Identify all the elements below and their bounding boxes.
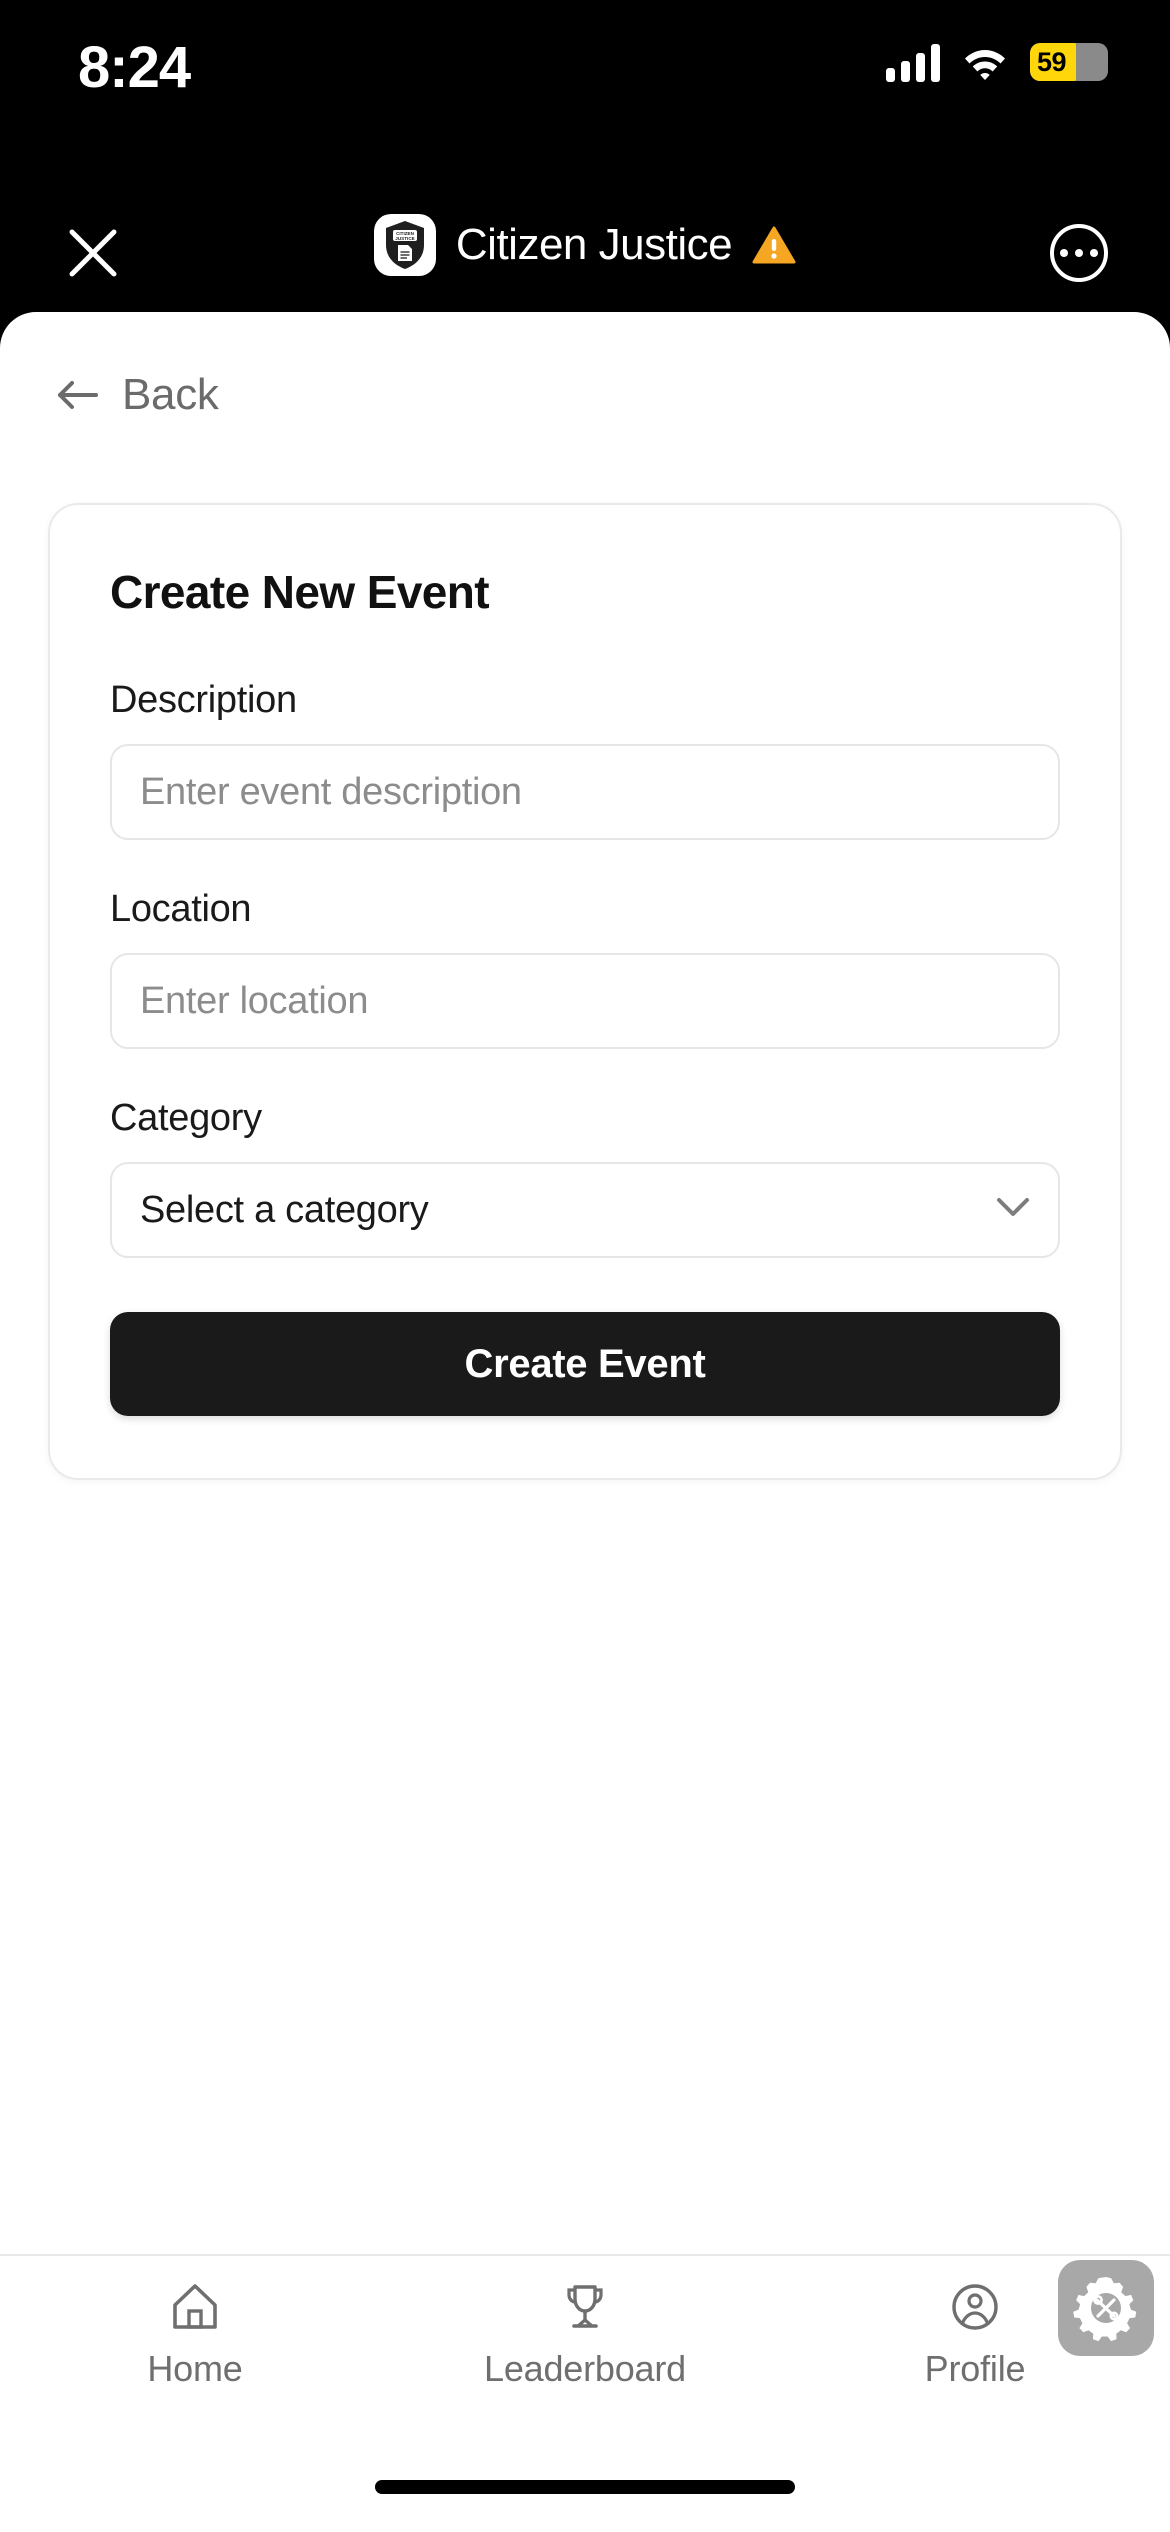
citizen-justice-badge-icon: CITIZEN JUSTICE [373,214,436,276]
field-category: Category Select a category [110,1097,1060,1258]
create-event-card: Create New Event Description Location Ca… [48,503,1122,1480]
bottom-tab-bar: Home Leaderboard Profile [0,2254,1170,2420]
app-bar-title: Citizen Justice [455,220,733,269]
tab-profile-label: Profile [924,2348,1026,2389]
tab-home-label: Home [147,2348,243,2389]
category-select-wrapper: Select a category [110,1162,1060,1258]
category-selected-value: Select a category [140,1188,429,1231]
create-event-button[interactable]: Create Event [110,1312,1060,1416]
arrow-left-icon [58,381,98,409]
status-bar-time: 8:24 [78,35,191,100]
location-input[interactable] [110,953,1060,1049]
gear-tools-icon [1073,2277,1137,2342]
app-bar: CITIZEN JUSTICE Citizen Justice [0,172,1170,312]
category-select[interactable]: Select a category [110,1162,1060,1258]
battery-low-power-icon: 59 [1030,43,1108,81]
description-input[interactable] [110,744,1060,840]
more-options-icon[interactable] [1050,224,1108,282]
warning-triangle-icon [752,226,796,264]
back-button-label: Back [122,370,219,419]
back-button[interactable]: Back [56,370,219,420]
app-bar-title-group: CITIZEN JUSTICE Citizen Justice [0,210,1170,280]
field-location: Location [110,888,1060,1049]
field-description: Description [110,679,1060,840]
category-label: Category [110,1097,262,1139]
app-icon-text-line2: JUSTICE [395,236,414,241]
home-indicator [375,2480,795,2494]
status-bar: 8:24 59 [0,0,1170,172]
battery-percent-label: 59 [1037,46,1067,77]
trophy-icon [556,2278,614,2336]
status-bar-indicators: 59 [886,42,1108,82]
phone-screen: 8:24 59 CITIZEN JUSTICE Citizen Justice … [0,0,1170,2532]
page-title: Create New Event [110,566,490,618]
tab-home[interactable]: Home [0,2278,390,2390]
web-content-sheet: Back Create New Event Description Locati… [0,312,1170,2532]
home-icon [166,2278,224,2336]
location-label: Location [110,888,252,930]
dev-tools-button[interactable] [1058,2260,1154,2356]
user-circle-icon [946,2278,1004,2336]
cellular-signal-icon [886,42,940,82]
description-label: Description [110,679,297,721]
wifi-icon [962,44,1008,80]
tab-leaderboard[interactable]: Leaderboard [390,2278,780,2390]
tab-leaderboard-label: Leaderboard [484,2348,686,2389]
